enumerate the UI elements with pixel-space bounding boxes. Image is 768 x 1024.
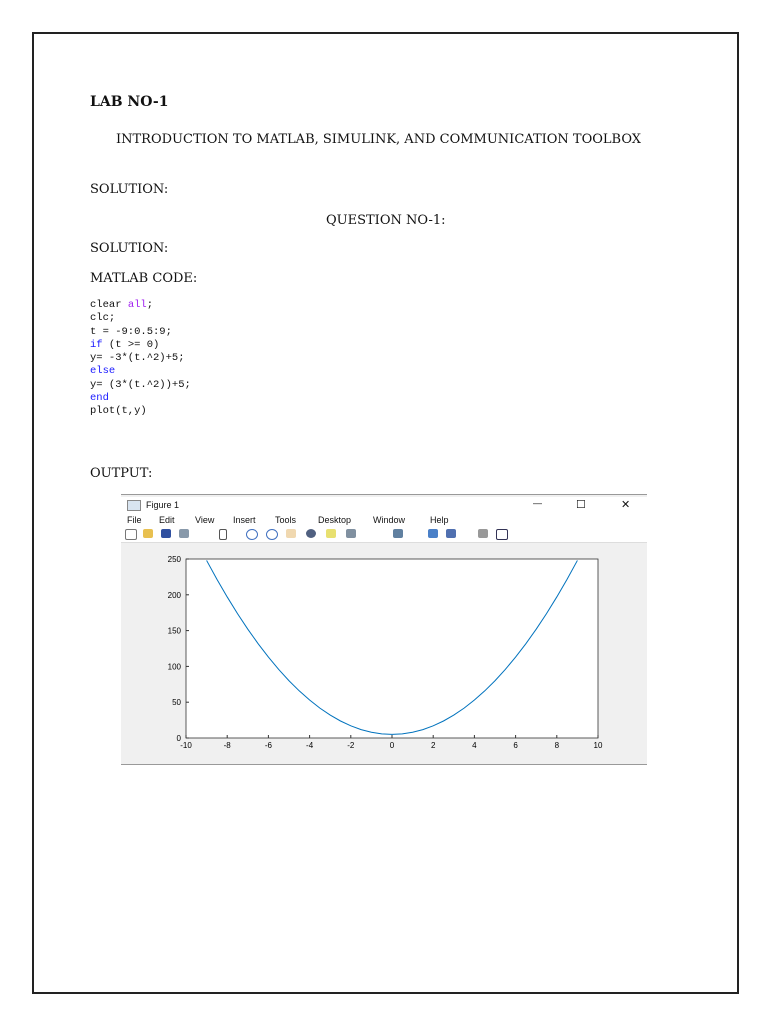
toolbar xyxy=(121,526,647,543)
menu-insert[interactable]: Insert xyxy=(233,515,256,525)
solution-label: SOLUTION: xyxy=(90,182,169,197)
code-token: y= -3*(t.^2)+5; xyxy=(90,352,185,365)
x-tick-label: 8 xyxy=(555,741,560,750)
code-line: clc; xyxy=(90,312,191,325)
menu-tools[interactable]: Tools xyxy=(275,515,296,525)
x-tick-label: 0 xyxy=(390,741,395,750)
menu-desktop[interactable]: Desktop xyxy=(318,515,351,525)
plot-area[interactable]: -10 -8 -6 -4 -2 0 2 4 6 8 10050100150200250 xyxy=(121,543,647,763)
code-token: else xyxy=(90,365,116,378)
code-line: t = -9:0.5:9; xyxy=(90,326,191,339)
x-tick-label: -6 xyxy=(265,741,273,750)
rotate-icon[interactable] xyxy=(306,529,316,538)
code-token: plot(t,y) xyxy=(90,405,147,418)
code-token: (t >= 0) xyxy=(102,338,160,351)
brush-icon[interactable] xyxy=(346,529,356,538)
menu-file[interactable]: File xyxy=(127,515,142,525)
window-title: Figure 1 xyxy=(146,500,180,510)
solution-label-2: SOLUTION: xyxy=(90,241,169,256)
code-token: end xyxy=(90,392,109,405)
axes-box xyxy=(185,558,599,739)
x-tick-label: 4 xyxy=(472,741,477,750)
link-plot-icon[interactable] xyxy=(393,529,403,538)
title-bar: Figure 1 — ☐ ✕ xyxy=(121,497,647,513)
code-line: if (t >= 0) xyxy=(90,339,191,352)
code-token: t = -9:0.5:9; xyxy=(90,325,172,338)
x-tick-label: 2 xyxy=(431,741,436,750)
matlab-logo-icon xyxy=(127,500,141,511)
maximize-button[interactable]: ☐ xyxy=(576,498,586,511)
question-heading: QUESTION NO-1: xyxy=(326,213,446,228)
y-tick-label: 200 xyxy=(168,591,182,600)
show-plot-tools-icon[interactable] xyxy=(496,529,508,540)
subtitle: INTRODUCTION TO MATLAB, SIMULINK, AND CO… xyxy=(116,132,642,147)
x-tick-label: 6 xyxy=(513,741,518,750)
matlab-code: clear all; clc; t = -9:0.5:9; if (t >= 0) y=… xyxy=(90,299,191,419)
matlab-figure-window: Figure 1 — ☐ ✕ File Edit View Insert Tools De… xyxy=(121,494,647,765)
close-button[interactable]: ✕ xyxy=(621,498,630,511)
code-token: clc; xyxy=(90,312,116,325)
menu-view[interactable]: View xyxy=(195,515,214,525)
y-tick-label: 150 xyxy=(168,627,182,636)
y-tick-label: 0 xyxy=(177,734,182,743)
code-heading: MATLAB CODE: xyxy=(90,271,198,286)
new-figure-icon[interactable] xyxy=(125,529,137,540)
menu-help[interactable]: Help xyxy=(430,515,449,525)
legend-icon[interactable] xyxy=(446,529,456,538)
print-icon[interactable] xyxy=(179,529,189,538)
x-tick-label: -10 xyxy=(180,741,192,750)
code-token: clear xyxy=(90,299,128,311)
y-tick-label: 50 xyxy=(172,698,181,707)
code-token: all xyxy=(127,299,147,311)
code-line: clear all; xyxy=(90,299,191,312)
output-heading: OUTPUT: xyxy=(90,466,153,481)
x-tick-label: 10 xyxy=(594,741,603,750)
pointer-icon[interactable] xyxy=(219,529,227,540)
code-token: ; xyxy=(146,299,154,311)
open-icon[interactable] xyxy=(143,529,153,538)
save-icon[interactable] xyxy=(161,529,171,538)
y-tick-label: 100 xyxy=(168,662,182,671)
code-line: y= (3*(t.^2))+5; xyxy=(90,379,191,392)
x-tick-label: -4 xyxy=(306,741,314,750)
code-token: y= (3*(t.^2))+5; xyxy=(90,378,191,391)
zoom-in-icon[interactable] xyxy=(246,529,258,540)
lab-title: LAB NO-1 xyxy=(90,94,169,110)
code-token: if xyxy=(90,338,103,351)
code-line: plot(t,y) xyxy=(90,405,191,418)
menu-window[interactable]: Window xyxy=(373,515,405,525)
code-line: end xyxy=(90,392,191,405)
x-tick-label: -8 xyxy=(224,741,232,750)
menu-edit[interactable]: Edit xyxy=(159,515,175,525)
x-tick-label: -2 xyxy=(347,741,355,750)
zoom-out-icon[interactable] xyxy=(266,529,278,540)
code-line: else xyxy=(90,365,191,378)
menu-bar: File Edit View Insert Tools Desktop Window Help xyxy=(121,513,647,526)
data-cursor-icon[interactable] xyxy=(326,529,336,538)
hide-plot-tools-icon[interactable] xyxy=(478,529,488,538)
pan-icon[interactable] xyxy=(286,529,296,538)
minimize-button[interactable]: — xyxy=(533,498,542,508)
code-line: y= -3*(t.^2)+5; xyxy=(90,352,191,365)
y-tick-label: 250 xyxy=(168,555,182,564)
colorbar-icon[interactable] xyxy=(428,529,438,538)
